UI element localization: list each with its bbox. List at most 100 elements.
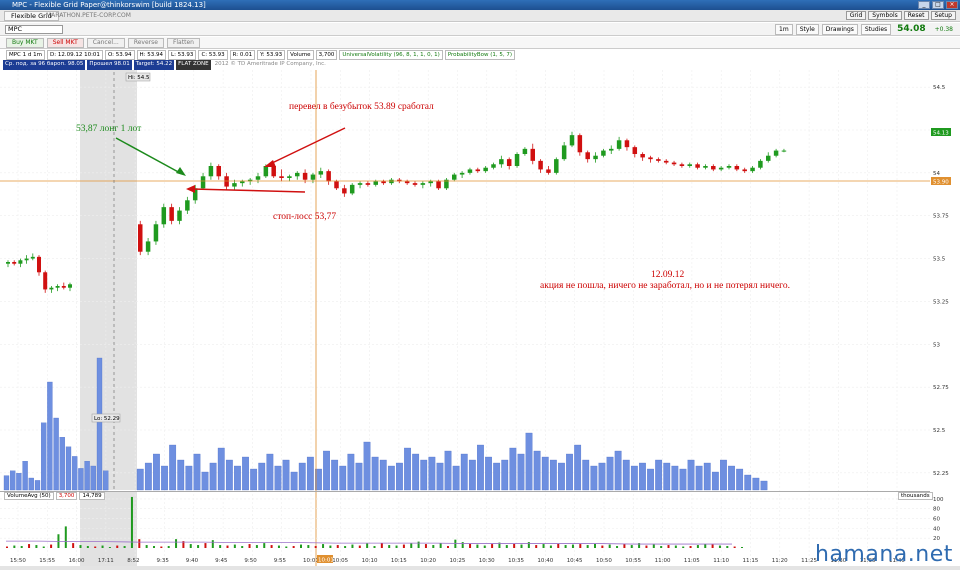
- grid-button[interactable]: Grid: [845, 11, 867, 20]
- candle-body: [499, 159, 504, 165]
- candle-body: [208, 166, 214, 177]
- candle-body: [766, 155, 771, 161]
- volume-bar: [493, 462, 501, 491]
- price-chart[interactable]: 54.554.255453.7553.553.255352.7552.552.2…: [0, 60, 960, 566]
- candle-body: [506, 159, 512, 166]
- volume-lower-bar: [447, 546, 449, 548]
- close-button[interactable]: ×: [946, 1, 958, 9]
- volume-bar: [582, 459, 590, 491]
- reverse-button[interactable]: Reverse: [127, 38, 164, 48]
- cancel-button[interactable]: Cancel...: [86, 38, 125, 48]
- volume-bar: [736, 468, 744, 491]
- candle-body: [459, 172, 465, 175]
- candle-body: [601, 150, 606, 156]
- volume-lower-bar: [461, 542, 464, 548]
- price-tick-label: 52.75: [933, 385, 949, 391]
- volume-lower-bar: [608, 544, 611, 548]
- time-tick-label: 10:15: [391, 558, 407, 564]
- candle-body: [49, 287, 54, 290]
- candle-body: [695, 164, 700, 168]
- pane-divider: [0, 491, 930, 492]
- candle-body: [365, 183, 371, 185]
- volume-lower-bar: [601, 545, 604, 548]
- buy-mkt-button[interactable]: Buy MKT: [6, 38, 44, 48]
- candle-body: [240, 181, 245, 184]
- sell-mkt-button[interactable]: Sell MKT: [46, 38, 84, 48]
- candle-body: [530, 148, 535, 161]
- info-study-probability[interactable]: ProbabilityBow (1, 5, 7): [444, 50, 516, 60]
- candle-body: [428, 181, 433, 184]
- volume-lower-bar: [20, 546, 23, 548]
- volume-lower-bar: [116, 545, 119, 548]
- volume-bar: [663, 462, 671, 491]
- symbols-button[interactable]: Symbols: [868, 11, 902, 20]
- price-tick-label: 53: [933, 342, 940, 348]
- reset-button[interactable]: Reset: [903, 11, 929, 20]
- volume-lower-bar: [28, 544, 31, 548]
- volume-lower-bar: [652, 544, 655, 548]
- drawings-button[interactable]: Drawings: [821, 24, 858, 35]
- symbol-input[interactable]: MPC: [5, 25, 63, 34]
- volume-bar: [752, 477, 760, 491]
- volume-lower-bar: [682, 546, 685, 548]
- candle-body: [200, 176, 206, 189]
- price-tick-label: 53.25: [933, 299, 949, 305]
- candle-body: [609, 148, 614, 151]
- minimize-button[interactable]: _: [918, 1, 930, 9]
- volume-lower-bar: [108, 547, 111, 548]
- price-change: +0.38: [934, 26, 953, 33]
- volume-lower-bar: [145, 545, 148, 548]
- volume-bar: [28, 477, 34, 491]
- maximize-button[interactable]: □: [932, 1, 944, 9]
- volume-bar: [347, 453, 355, 491]
- crosshair-time-tag-text: 10:01: [318, 558, 334, 564]
- volume-bar: [363, 441, 371, 491]
- setup-button[interactable]: Setup: [930, 11, 956, 20]
- volume-lower-bar: [373, 546, 376, 548]
- candle-body: [593, 155, 598, 160]
- candle-body: [514, 154, 520, 166]
- volume-bar: [193, 453, 201, 491]
- candle-body: [624, 140, 630, 148]
- volume-lower-bar: [351, 544, 354, 548]
- volume-bar: [404, 447, 411, 491]
- volume-bar: [47, 381, 53, 491]
- volume-lower-bar: [248, 544, 251, 548]
- volume-study-label[interactable]: VolumeAvg (50): [4, 492, 54, 500]
- candle-body: [663, 160, 669, 163]
- price-tick-label: 54: [933, 171, 940, 177]
- volume-lower-bar: [233, 544, 236, 548]
- volume-bar: [209, 462, 217, 491]
- volume-study-value2: 14,789: [79, 492, 105, 500]
- volume-bar: [655, 459, 663, 491]
- volume-lower-bar: [432, 545, 435, 548]
- volume-bar: [436, 462, 444, 491]
- aggregation-select[interactable]: 1m: [775, 24, 793, 35]
- info-symbol: MPC 1 d 1m: [6, 50, 45, 60]
- candle-body: [232, 183, 237, 187]
- volume-bar: [298, 462, 306, 491]
- candle-body: [326, 171, 331, 182]
- volume-lower-bar: [358, 545, 361, 548]
- volume-bar: [22, 461, 28, 491]
- candle-body: [585, 152, 590, 160]
- volume-lower-bar: [285, 546, 288, 548]
- studies-button[interactable]: Studies: [860, 24, 892, 35]
- volume-lower-bar: [564, 545, 567, 548]
- flatten-button[interactable]: Flatten: [166, 38, 200, 48]
- time-tick-label: 8:52: [127, 558, 139, 564]
- volume-bar: [153, 453, 160, 491]
- volume-lower-bar: [535, 545, 538, 548]
- time-tick-label: 15:55: [39, 558, 55, 564]
- time-tick-label: 9:40: [186, 558, 199, 564]
- site-label: MARATHON.PETE-CORP.COM: [46, 12, 131, 19]
- info-study-volatility[interactable]: UniversalVolatility (96, 8, 1, 1, 0, 1): [339, 50, 443, 60]
- style-button[interactable]: Style: [795, 24, 819, 35]
- time-tick-label: 15:50: [10, 558, 26, 564]
- volume-lower-bar: [263, 543, 266, 548]
- candle-body: [161, 207, 167, 225]
- volume-lower-bar: [160, 546, 163, 548]
- candle-body: [734, 166, 740, 170]
- volume-bar: [41, 422, 47, 491]
- price-tick-label: 53.5: [933, 257, 946, 263]
